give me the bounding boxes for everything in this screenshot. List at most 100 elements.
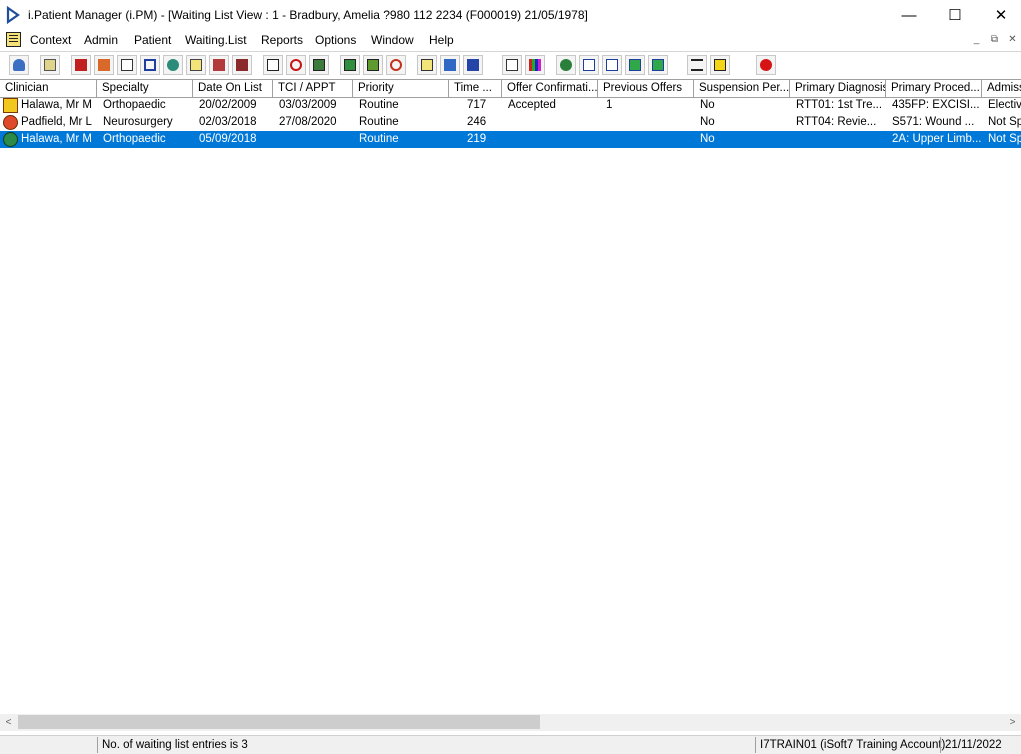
transfer-icon [444,59,456,71]
column-time[interactable]: Time ... [449,80,502,97]
message-check-icon [606,59,618,71]
column-date-on-list[interactable]: Date On List [193,80,273,97]
table-row[interactable]: Padfield, Mr L Neurosurgery 02/03/2018 2… [0,114,1021,131]
column-clinician[interactable]: Clinician [0,80,97,97]
patient-edit-button[interactable] [94,55,114,75]
close-button[interactable]: ✕ [978,0,1021,30]
document-menu-icon[interactable] [6,32,21,47]
cell-tci-appt: 27/08/2020 [279,116,337,128]
cell-primary-diagnosis: RTT04: Revie... [796,116,877,128]
transfer-button[interactable] [440,55,460,75]
monitor-button[interactable] [309,55,329,75]
status-date: 21/11/2022 [940,737,1021,753]
print-button[interactable] [40,55,60,75]
cell-time: 219 [467,133,487,145]
horizontal-scrollbar[interactable]: < > [0,714,1021,731]
m-letter-button[interactable] [140,55,160,75]
column-tci-appt[interactable]: TCI / APPT [273,80,353,97]
menu-admin[interactable]: Admin [84,33,118,47]
table-header: Clinician Specialty Date On List TCI / A… [0,80,1021,98]
cell-time: 246 [467,116,487,128]
menu-help[interactable]: Help [429,33,454,47]
scrollbar-thumb[interactable] [18,715,540,729]
cell-suspension-period: No [700,133,715,145]
menu-window[interactable]: Window [371,33,414,47]
menu-waiting-list[interactable]: Waiting.List [185,33,247,47]
patient-edit-icon [98,59,110,71]
exit-button[interactable] [756,55,776,75]
note-icon [190,59,202,71]
message-down-button[interactable] [625,55,645,75]
table-row-selected[interactable]: Halawa, Mr M Orthopaedic 05/09/2018 Rout… [0,131,1021,148]
cell-specialty: Orthopaedic [103,99,166,111]
cell-clinician: Padfield, Mr L [21,116,92,128]
doctor-icon [167,59,179,71]
column-primary-diagnosis[interactable]: Primary Diagnosis [790,80,886,97]
warning-icon [714,59,726,71]
menu-patient[interactable]: Patient [134,33,171,47]
user-icon [13,59,25,71]
scroll-right-icon[interactable]: > [1004,714,1021,731]
message-down-icon [629,59,641,71]
form-icon [121,59,133,71]
message-refresh-button[interactable] [648,55,668,75]
swap-button[interactable] [687,55,707,75]
cell-suspension-period: No [700,99,715,111]
card-icon [344,59,356,71]
bed-button[interactable] [209,55,229,75]
card-button[interactable] [340,55,360,75]
cell-admission: Not Sp [988,133,1021,145]
clock-button[interactable] [286,55,306,75]
note-button[interactable] [186,55,206,75]
app-logo-icon [6,6,20,24]
message-check-button[interactable] [602,55,622,75]
message-refresh-icon [652,59,664,71]
menu-bar: Context Admin Patient Waiting.List Repor… [0,30,1021,50]
menu-options[interactable]: Options [315,33,356,47]
user-button[interactable] [9,55,29,75]
card-edit-button[interactable] [363,55,383,75]
page-button[interactable] [502,55,522,75]
maximize-button[interactable]: ☐ [932,0,978,30]
m-letter-icon [144,59,156,71]
menu-reports[interactable]: Reports [261,33,303,47]
column-primary-procedure[interactable]: Primary Proced... [886,80,982,97]
column-priority[interactable]: Priority [353,80,449,97]
clock-icon [290,59,302,71]
scroll-left-icon[interactable]: < [0,714,17,731]
cell-priority: Routine [359,116,399,128]
list-button[interactable] [417,55,437,75]
cell-date-on-list: 02/03/2018 [199,116,257,128]
search-doc-button[interactable] [263,55,283,75]
minimize-button[interactable]: — [886,0,932,30]
entry-globe-icon [3,132,18,147]
menu-context[interactable]: Context [30,33,71,47]
cell-suspension-period: No [700,116,715,128]
column-suspension-period[interactable]: Suspension Per... [694,80,790,97]
mdi-restore-button[interactable]: ⧉ [987,33,1002,47]
cell-priority: Routine [359,99,399,111]
disc-button[interactable] [386,55,406,75]
doctor-button[interactable] [163,55,183,75]
ambulance-icon [236,59,248,71]
mdi-close-button[interactable]: ✕ [1005,33,1020,47]
form-button[interactable] [117,55,137,75]
table-row[interactable]: Halawa, Mr M Orthopaedic 20/02/2009 03/0… [0,97,1021,114]
column-previous-offers[interactable]: Previous Offers [598,80,694,97]
book-button[interactable] [71,55,91,75]
column-admission[interactable]: Admiss [982,80,1021,97]
envelope-button[interactable] [463,55,483,75]
cell-priority: Routine [359,133,399,145]
column-specialty[interactable]: Specialty [97,80,193,97]
warning-button[interactable] [710,55,730,75]
message-button[interactable] [579,55,599,75]
cell-date-on-list: 20/02/2009 [199,99,257,111]
chart-button[interactable] [525,55,545,75]
mdi-minimize-button[interactable]: _ [969,33,984,47]
envelope-icon [467,59,479,71]
cell-clinician: Halawa, Mr M [21,133,92,145]
column-offer-confirmation[interactable]: Offer Confirmati... [502,80,598,97]
card-edit-icon [367,59,379,71]
ambulance-button[interactable] [232,55,252,75]
globe-button[interactable] [556,55,576,75]
